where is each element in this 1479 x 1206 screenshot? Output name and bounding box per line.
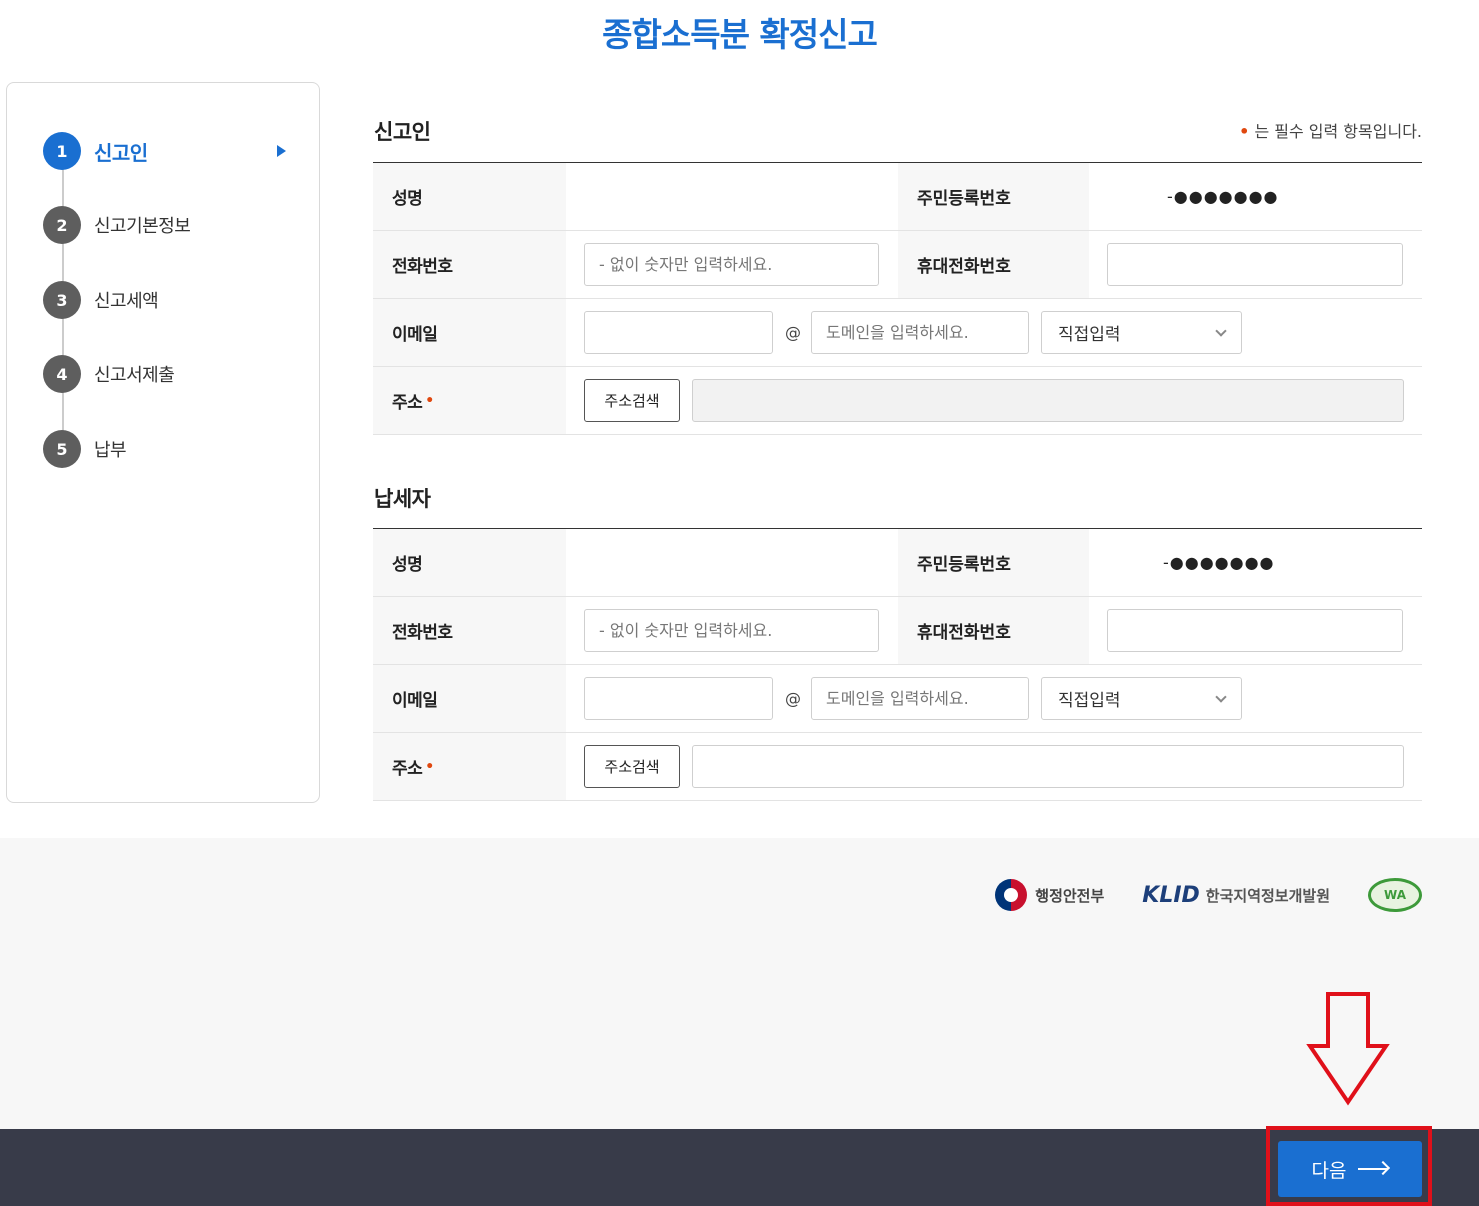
taxpayer-row-email: 이메일 @ 직접입력 bbox=[373, 665, 1422, 733]
required-note: • 는 필수 입력 항목입니다. bbox=[1239, 118, 1422, 142]
taxpayer-email-label: 이메일 bbox=[373, 665, 566, 732]
reporter-address-input[interactable] bbox=[692, 379, 1404, 422]
web-accessibility-mark-icon: WA bbox=[1368, 878, 1422, 912]
page-title: 종합소득분 확정신고 bbox=[602, 15, 878, 54]
email-at-sign: @ bbox=[785, 323, 801, 342]
step-label: 신고기본정보 bbox=[94, 216, 191, 237]
reporter-email-domain-select[interactable]: 직접입력 bbox=[1041, 311, 1242, 354]
step-number: 4 bbox=[43, 355, 81, 393]
reporter-address-label: 주소 • bbox=[373, 367, 566, 434]
step-number: 2 bbox=[43, 206, 81, 244]
klid-logo: KLID 한국지역정보개발원 bbox=[1142, 883, 1330, 908]
taxpayer-row-name: 성명 주민등록번호 -●●●●●●● bbox=[373, 529, 1422, 597]
step-4[interactable]: 4 신고서제출 bbox=[43, 354, 303, 394]
taxpayer-form: 성명 주민등록번호 -●●●●●●● 전화번호 휴대전화번호 이메일 @ 직접입… bbox=[373, 528, 1422, 801]
taxpayer-address-input[interactable] bbox=[692, 745, 1404, 788]
step-2[interactable]: 2 신고기본정보 bbox=[43, 205, 303, 245]
reporter-mobile-cell bbox=[1089, 231, 1403, 298]
reporter-address-cell: 주소검색 bbox=[566, 367, 1404, 434]
reporter-name-value bbox=[566, 163, 898, 230]
taxpayer-phone-label: 전화번호 bbox=[373, 597, 566, 664]
step-label: 납부 bbox=[94, 440, 127, 461]
taxpayer-mobile-input[interactable] bbox=[1107, 609, 1403, 652]
taxpayer-name-value bbox=[566, 529, 898, 596]
taxpayer-name-label: 성명 bbox=[373, 529, 566, 596]
step-5[interactable]: 5 납부 bbox=[43, 429, 303, 469]
address-label-text: 주소 bbox=[392, 759, 423, 779]
mois-logo-text: 행정안전부 bbox=[1035, 886, 1105, 905]
step-label: 신고세액 bbox=[94, 291, 159, 312]
taxpayer-mobile-cell bbox=[1089, 597, 1403, 664]
taxpayer-email-id-input[interactable] bbox=[584, 677, 773, 720]
chevron-down-icon bbox=[1215, 690, 1227, 703]
step-number: 5 bbox=[43, 430, 81, 468]
reporter-phone-label: 전화번호 bbox=[373, 231, 566, 298]
wa-mark-text: WA bbox=[1384, 888, 1406, 902]
step-label: 신고인 bbox=[94, 140, 148, 165]
step-label: 신고서제출 bbox=[94, 365, 175, 386]
reporter-mobile-input[interactable] bbox=[1107, 243, 1403, 286]
footer-logos: 행정안전부 KLID 한국지역정보개발원 WA bbox=[995, 878, 1422, 912]
reporter-phone-cell bbox=[566, 231, 898, 298]
reporter-row-address: 주소 • 주소검색 bbox=[373, 367, 1422, 435]
select-value: 직접입력 bbox=[1058, 691, 1121, 711]
taxpayer-phone-cell bbox=[566, 597, 898, 664]
reporter-phone-input[interactable] bbox=[584, 243, 879, 286]
reporter-address-search-button[interactable]: 주소검색 bbox=[584, 379, 680, 422]
reporter-rrn-masked: -●●●●●●● bbox=[1167, 187, 1279, 206]
taxpayer-section-title: 납세자 bbox=[374, 487, 431, 511]
step-number: 3 bbox=[43, 281, 81, 319]
reporter-form: 성명 주민등록번호 -●●●●●●● 전화번호 휴대전화번호 이메일 @ 직접입… bbox=[373, 162, 1422, 435]
reporter-section-title: 신고인 bbox=[374, 120, 431, 144]
klid-logo-mark: KLID bbox=[1142, 882, 1200, 908]
annotation-down-arrow-icon bbox=[1306, 992, 1390, 1106]
reporter-rrn-label: 주민등록번호 bbox=[898, 163, 1089, 230]
taxpayer-rrn-label: 주민등록번호 bbox=[898, 529, 1089, 596]
reporter-email-id-input[interactable] bbox=[584, 311, 773, 354]
address-label-text: 주소 bbox=[392, 393, 423, 413]
chevron-down-icon bbox=[1215, 324, 1227, 337]
next-button[interactable]: 다음 bbox=[1278, 1141, 1422, 1197]
step-1[interactable]: 1 신고인 bbox=[43, 131, 303, 171]
taxpayer-row-address: 주소 • 주소검색 bbox=[373, 733, 1422, 801]
taxpayer-rrn-masked: -●●●●●●● bbox=[1163, 553, 1275, 572]
taxpayer-rrn-value-cell: -●●●●●●● bbox=[1089, 529, 1275, 596]
reporter-row-name: 성명 주민등록번호 -●●●●●●● bbox=[373, 163, 1422, 231]
mois-logo: 행정안전부 bbox=[995, 879, 1104, 911]
footer: 행정안전부 KLID 한국지역정보개발원 WA bbox=[0, 838, 1479, 1129]
email-at-sign: @ bbox=[785, 689, 801, 708]
select-value: 직접입력 bbox=[1058, 325, 1121, 345]
next-button-label: 다음 bbox=[1311, 1159, 1347, 1182]
step-3[interactable]: 3 신고세액 bbox=[43, 280, 303, 320]
required-mark-icon: • bbox=[425, 392, 434, 409]
reporter-row-email: 이메일 @ 직접입력 bbox=[373, 299, 1422, 367]
taegeuk-icon bbox=[995, 879, 1028, 911]
required-note-text: 는 필수 입력 항목입니다. bbox=[1254, 122, 1422, 141]
required-dot-icon: • bbox=[1239, 122, 1250, 141]
step-number: 1 bbox=[43, 132, 81, 170]
reporter-name-label: 성명 bbox=[373, 163, 566, 230]
taxpayer-phone-input[interactable] bbox=[584, 609, 879, 652]
reporter-email-cell: @ 직접입력 bbox=[566, 299, 1242, 366]
reporter-email-domain-input[interactable] bbox=[811, 311, 1029, 354]
reporter-rrn-value-cell: -●●●●●●● bbox=[1089, 163, 1279, 230]
taxpayer-address-label: 주소 • bbox=[373, 733, 566, 800]
taxpayer-email-domain-input[interactable] bbox=[811, 677, 1029, 720]
arrow-right-icon bbox=[1358, 1168, 1389, 1170]
taxpayer-email-cell: @ 직접입력 bbox=[566, 665, 1242, 732]
step-sidebar: 1 신고인 2 신고기본정보 3 신고세액 4 신고서제출 5 납부 bbox=[6, 82, 320, 803]
taxpayer-email-domain-select[interactable]: 직접입력 bbox=[1041, 677, 1242, 720]
reporter-mobile-label: 휴대전화번호 bbox=[898, 231, 1089, 298]
taxpayer-address-cell: 주소검색 bbox=[566, 733, 1404, 800]
current-step-arrow-icon bbox=[277, 145, 286, 157]
taxpayer-mobile-label: 휴대전화번호 bbox=[898, 597, 1089, 664]
reporter-row-phone: 전화번호 휴대전화번호 bbox=[373, 231, 1422, 299]
taxpayer-address-search-button[interactable]: 주소검색 bbox=[584, 745, 680, 788]
required-mark-icon: • bbox=[425, 758, 434, 775]
klid-logo-text: 한국지역정보개발원 bbox=[1205, 886, 1330, 905]
reporter-email-label: 이메일 bbox=[373, 299, 566, 366]
taxpayer-row-phone: 전화번호 휴대전화번호 bbox=[373, 597, 1422, 665]
bottom-action-bar bbox=[0, 1129, 1479, 1206]
